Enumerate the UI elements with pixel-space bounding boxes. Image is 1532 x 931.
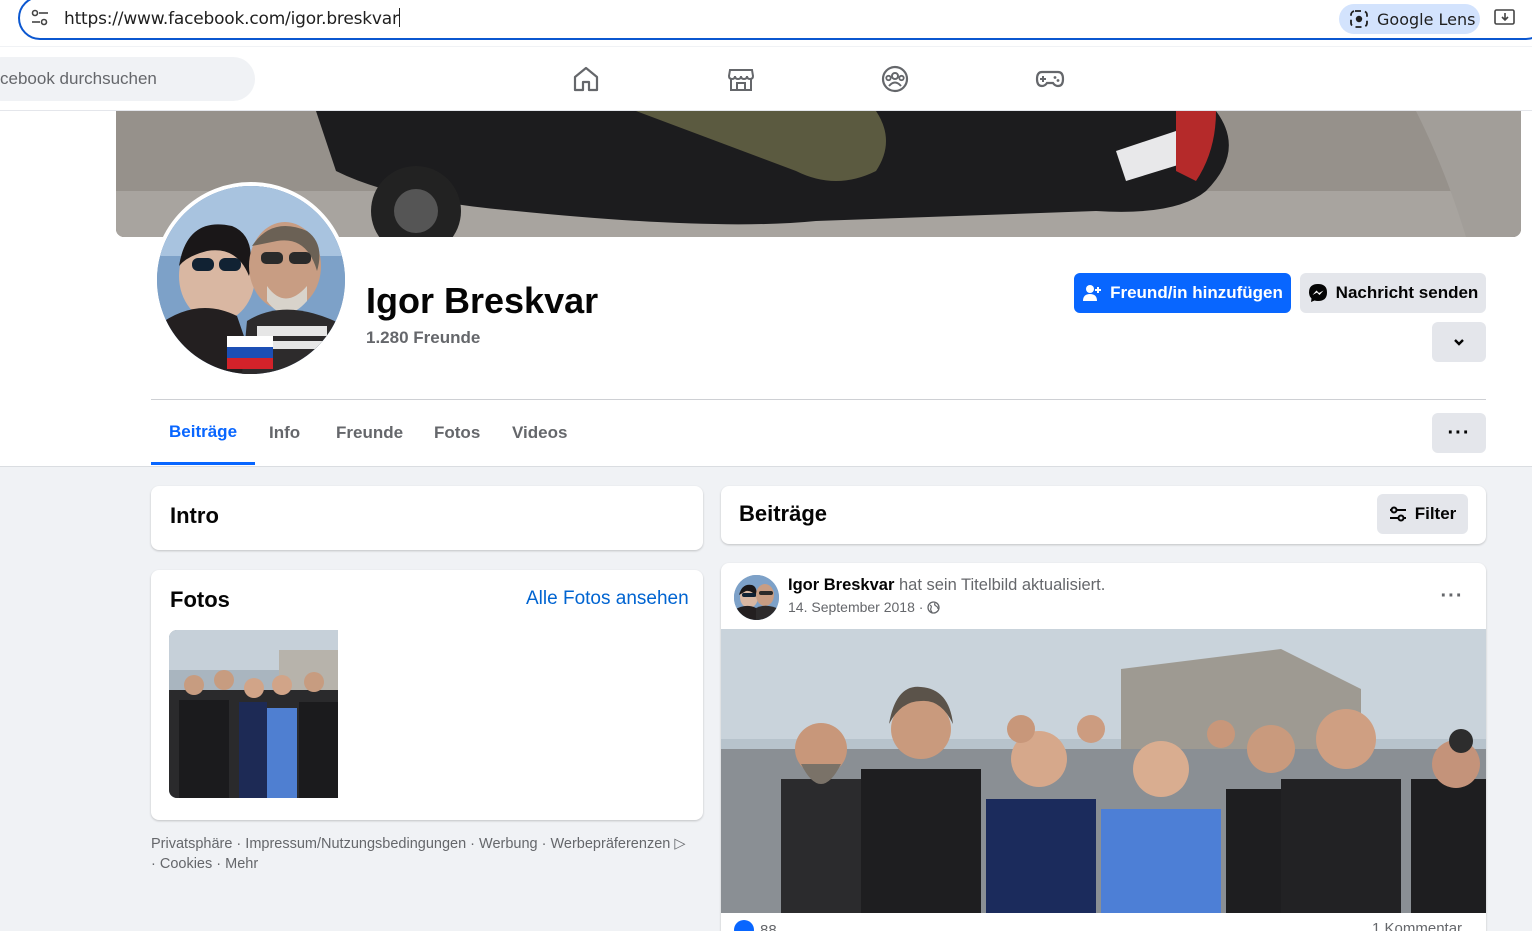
- filter-label: Filter: [1414, 504, 1457, 523]
- intro-title: Intro: [170, 503, 219, 528]
- profile-avatar[interactable]: [153, 182, 349, 378]
- globe-icon: [927, 600, 941, 614]
- lens-icon: [1350, 10, 1368, 28]
- post-options-button[interactable]: ···: [1432, 582, 1472, 610]
- post-photo: [721, 629, 1486, 913]
- posts-header-card: Beiträge: [721, 486, 1486, 544]
- post-reactions[interactable]: 88: [734, 920, 777, 931]
- footer-line-2[interactable]: · Cookies · Mehr: [151, 856, 258, 872]
- filter-icon: [1389, 506, 1406, 522]
- footer-line-1[interactable]: Privatsphäre · Impressum/Nutzungsbedingu…: [151, 836, 686, 852]
- post-author-avatar[interactable]: [734, 575, 779, 620]
- reaction-count: 88: [760, 921, 777, 931]
- photo-image: [169, 630, 338, 798]
- tab-freunde[interactable]: Freunde: [318, 401, 421, 465]
- tab-beitraege[interactable]: Beiträge: [151, 401, 256, 465]
- home-icon[interactable]: [571, 64, 601, 94]
- post-date[interactable]: 14. September 2018 ·: [788, 599, 941, 615]
- chevron-down-icon: [1454, 339, 1464, 346]
- tab-fotos[interactable]: Fotos: [416, 401, 498, 465]
- all-photos-link[interactable]: Alle Fotos ansehen: [526, 588, 689, 610]
- add-friend-label: Freund/in hinzufügen: [1110, 283, 1283, 302]
- send-message-label: Nachricht senden: [1335, 283, 1479, 302]
- post-action-text: hat sein Titelbild aktualisiert.: [894, 576, 1106, 594]
- gaming-icon[interactable]: [1035, 64, 1065, 94]
- profile-options-button[interactable]: [1432, 322, 1486, 362]
- browser-toolbar: https://www.facebook.com/igor.breskvar G…: [0, 0, 1532, 46]
- install-app-icon[interactable]: [1494, 8, 1516, 28]
- send-message-button[interactable]: Nachricht senden: [1300, 273, 1486, 313]
- photo-thumbnail[interactable]: [169, 630, 338, 798]
- facebook-search[interactable]: [0, 57, 255, 101]
- avatar-image: [157, 186, 345, 374]
- profile-name: Igor Breskvar: [366, 280, 599, 321]
- tabs-divider: [151, 399, 1486, 400]
- post-author-name[interactable]: Igor Breskvar: [788, 576, 894, 594]
- more-tabs-button[interactable]: ···: [1432, 413, 1486, 453]
- lens-label: Google Lens: [1377, 9, 1476, 29]
- google-lens-button[interactable]: Google Lens: [1339, 4, 1480, 34]
- url-text[interactable]: https://www.facebook.com/igor.breskvar: [64, 8, 400, 29]
- add-friend-button[interactable]: Freund/in hinzufügen: [1074, 273, 1291, 313]
- marketplace-icon[interactable]: [726, 64, 756, 94]
- filter-button[interactable]: Filter: [1377, 494, 1468, 534]
- post-image[interactable]: [721, 629, 1486, 913]
- more-icon: ···: [1440, 584, 1464, 607]
- add-friend-icon: [1083, 285, 1102, 301]
- messenger-icon: [1308, 284, 1327, 302]
- photos-title: Fotos: [170, 587, 230, 612]
- facebook-navbar: [0, 47, 1532, 111]
- search-input[interactable]: [0, 57, 255, 101]
- post-comments-count[interactable]: 1 Kommentar: [1372, 920, 1462, 931]
- more-icon: ···: [1447, 421, 1471, 444]
- intro-card: Intro: [151, 486, 703, 550]
- post-date-text: 14. September 2018 ·: [788, 599, 924, 615]
- site-settings-icon[interactable]: [30, 8, 50, 28]
- post-header: Igor Breskvar hat sein Titelbild aktuali…: [788, 576, 1105, 595]
- tab-info[interactable]: Info: [251, 401, 318, 465]
- posts-title: Beiträge: [739, 501, 828, 526]
- footer-links: Privatsphäre · Impressum/Nutzungsbedingu…: [151, 834, 711, 874]
- groups-icon[interactable]: [880, 64, 910, 94]
- friends-count[interactable]: 1.280 Freunde: [366, 328, 480, 348]
- like-icon: [734, 920, 754, 931]
- post-avatar-image: [734, 575, 779, 620]
- tab-videos[interactable]: Videos: [494, 401, 585, 465]
